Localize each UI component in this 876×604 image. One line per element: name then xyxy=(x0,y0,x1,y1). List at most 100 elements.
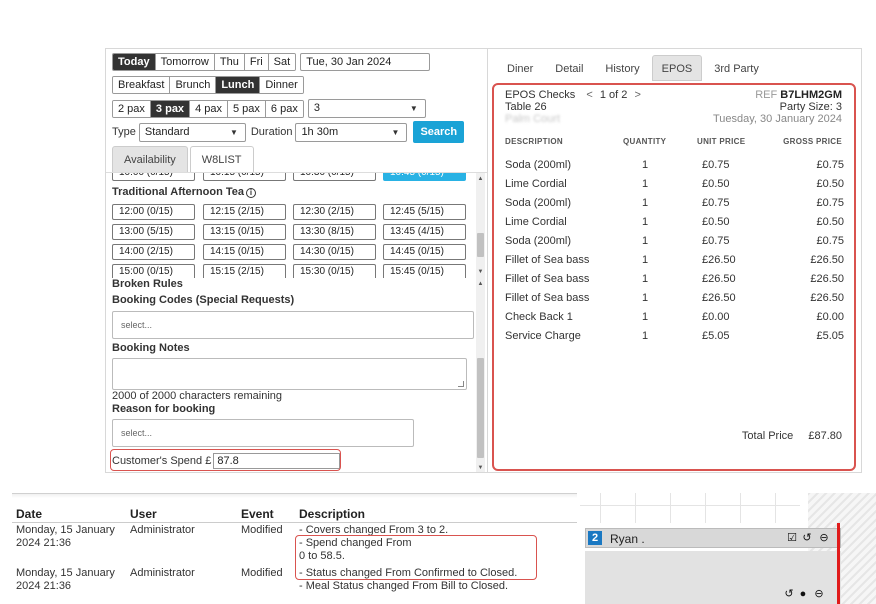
grid-line xyxy=(740,493,741,523)
time-slot[interactable]: 14:45 (0/15) xyxy=(383,244,466,260)
audit-date-line: 2024 21:36 xyxy=(16,580,72,592)
reason-heading: Reason for booking xyxy=(112,403,216,415)
date-input[interactable]: Tue, 30 Jan 2024 xyxy=(300,53,431,71)
type-select[interactable]: Standard ▼ xyxy=(138,122,246,142)
time-slot[interactable]: 12:00 (0/15) xyxy=(112,204,195,220)
date-tabs: Today Tomorrow Thu Fri Sat xyxy=(112,53,297,71)
audit-event: Modified xyxy=(241,567,283,579)
time-slot-selected[interactable]: 10:45 (0/15) xyxy=(383,173,466,181)
item-qty: 1 xyxy=(642,273,649,285)
chars-remaining: 2000 of 2000 characters remaining xyxy=(112,390,282,402)
pax-tab-6[interactable]: 6 pax xyxy=(265,100,303,117)
time-slot[interactable]: 10:30 (0/15) xyxy=(293,173,376,181)
minus-circle-icon[interactable]: ⊖ xyxy=(813,588,825,600)
pax-tab-3[interactable]: 3 pax xyxy=(150,100,191,117)
booking-name: Ryan . xyxy=(610,532,645,546)
time-slot[interactable]: 12:45 (5/15) xyxy=(383,204,466,220)
scroll-up-icon[interactable]: ▲ xyxy=(476,175,485,184)
resize-handle-icon[interactable] xyxy=(458,381,464,387)
meal-tab-lunch[interactable]: Lunch xyxy=(216,77,261,93)
epos-item-row: Soda (200ml) 1 £0.75 £0.75 xyxy=(494,232,854,252)
scroll-thumb[interactable] xyxy=(477,233,484,257)
time-slot[interactable]: 15:15 (2/15) xyxy=(203,264,286,278)
epos-item-row: Check Back 1 1 £0.00 £0.00 xyxy=(494,308,854,328)
meal-tabs: Breakfast Brunch Lunch Dinner xyxy=(112,76,304,94)
booking-card[interactable]: 2 Ryan . ☑ ↺ ⊖ xyxy=(585,528,841,548)
time-slot[interactable]: 15:45 (0/15) xyxy=(383,264,466,278)
date-tab-sat[interactable]: Sat xyxy=(268,54,296,70)
audit-date-line: 2024 21:36 xyxy=(16,537,72,549)
meal-tab-brunch[interactable]: Brunch xyxy=(170,77,217,93)
time-slot[interactable]: 15:00 (0/15) xyxy=(112,264,195,278)
booking-notes-textarea[interactable] xyxy=(112,358,467,390)
type-duration-row: Type Standard ▼ Duration 1h 30m ▼ Search xyxy=(112,121,465,143)
reason-select[interactable]: select... xyxy=(112,419,414,447)
time-slot[interactable]: 14:30 (0/15) xyxy=(293,244,376,260)
meal-tab-dinner[interactable]: Dinner xyxy=(260,77,303,93)
date-tab-fri[interactable]: Fri xyxy=(244,54,269,70)
tab-history[interactable]: History xyxy=(595,55,649,81)
date-tab-thu[interactable]: Thu xyxy=(214,54,245,70)
pax-tab-2[interactable]: 2 pax xyxy=(113,100,151,117)
item-desc: Service Charge xyxy=(505,330,581,342)
pax-tab-5[interactable]: 5 pax xyxy=(227,100,266,117)
pager-prev[interactable]: < xyxy=(586,89,592,101)
scroll-down-icon[interactable]: ▼ xyxy=(476,268,485,277)
tab-detail[interactable]: Detail xyxy=(545,55,593,81)
time-slot[interactable]: 14:00 (2/15) xyxy=(112,244,195,260)
epos-item-row: Lime Cordial 1 £0.50 £0.50 xyxy=(494,175,854,195)
time-slot[interactable]: 13:45 (4/15) xyxy=(383,224,466,240)
item-desc: Fillet of Sea bass xyxy=(505,254,590,266)
time-slot[interactable]: 10:15 (0/15) xyxy=(203,173,286,181)
item-gross: £26.50 xyxy=(810,273,844,285)
minus-circle-icon[interactable]: ⊖ xyxy=(818,532,830,544)
tab-3rd-party[interactable]: 3rd Party xyxy=(704,55,769,81)
time-slot[interactable]: 13:30 (8/15) xyxy=(293,224,376,240)
tab-diner[interactable]: Diner xyxy=(497,55,543,81)
scroll-up-icon[interactable]: ▲ xyxy=(476,280,485,289)
epos-item-row: Soda (200ml) 1 £0.75 £0.75 xyxy=(494,194,854,214)
time-slot[interactable]: 13:00 (5/15) xyxy=(112,224,195,240)
time-slot[interactable]: 15:30 (0/15) xyxy=(293,264,376,278)
scroll-thumb[interactable] xyxy=(477,358,484,458)
time-slot[interactable]: 14:15 (0/15) xyxy=(203,244,286,260)
item-gross: £5.05 xyxy=(816,330,844,342)
slots-scrollbar[interactable]: ▲ ▼ xyxy=(476,173,485,278)
grid-line xyxy=(580,505,800,506)
time-slot[interactable]: 12:15 (2/15) xyxy=(203,204,286,220)
duration-select[interactable]: 1h 30m ▼ xyxy=(295,122,408,142)
divider xyxy=(12,493,577,498)
tab-epos[interactable]: EPOS xyxy=(651,55,703,81)
form-scrollbar[interactable]: ▲ ▼ xyxy=(476,278,485,472)
undo-icon[interactable]: ↺ xyxy=(801,532,813,544)
item-desc: Fillet of Sea bass xyxy=(505,292,590,304)
audit-date-line: Monday, 15 January xyxy=(16,567,115,579)
date-tab-tomorrow[interactable]: Tomorrow xyxy=(155,54,215,70)
afternoon-tea-heading: Traditional Afternoon Tea i xyxy=(112,186,257,198)
search-button[interactable]: Search xyxy=(413,121,465,143)
undo-icon[interactable]: ↺ xyxy=(783,588,795,600)
grid-line xyxy=(705,493,706,523)
date-tab-today[interactable]: Today xyxy=(113,54,156,70)
time-slot[interactable]: 10:00 (0/15) xyxy=(112,173,195,181)
date-row: Today Tomorrow Thu Fri Sat Tue, 30 Jan 2… xyxy=(112,53,431,71)
time-slot[interactable]: 13:15 (0/15) xyxy=(203,224,286,240)
pax-select[interactable]: 3 ▼ xyxy=(307,99,426,118)
scroll-down-icon[interactable]: ▼ xyxy=(476,464,485,472)
tab-availability[interactable]: Availability xyxy=(112,146,188,172)
pager-next[interactable]: > xyxy=(634,89,640,101)
tab-w8list[interactable]: W8LIST xyxy=(189,146,254,172)
info-icon[interactable]: i xyxy=(246,188,257,198)
epos-item-row: Fillet of Sea bass 1 £26.50 £26.50 xyxy=(494,270,854,290)
time-slot[interactable]: 12:30 (2/15) xyxy=(293,204,376,220)
checkbox-icon[interactable]: ☑ xyxy=(786,532,798,544)
booking-panel: Today Tomorrow Thu Fri Sat Tue, 30 Jan 2… xyxy=(105,48,488,473)
item-desc: Soda (200ml) xyxy=(505,235,572,247)
pax-select-value: 3 xyxy=(313,102,320,114)
pax-tab-4[interactable]: 4 pax xyxy=(190,100,228,117)
meal-tab-breakfast[interactable]: Breakfast xyxy=(113,77,171,93)
booking-codes-select[interactable]: select... xyxy=(112,311,474,339)
item-unit: £0.75 xyxy=(702,159,730,171)
ref-label: REF xyxy=(755,89,778,101)
table-plan-grid: 2 Ryan . ☑ ↺ ⊖ ↺ ● ⊖ xyxy=(580,493,876,604)
